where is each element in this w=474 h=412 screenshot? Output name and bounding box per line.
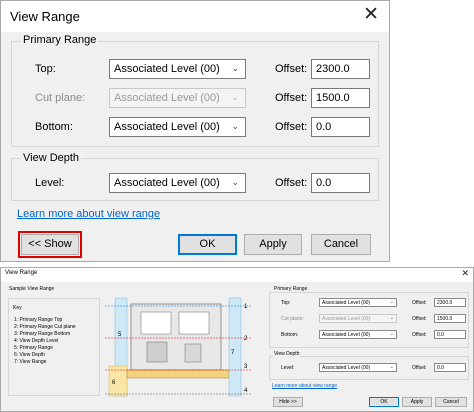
bottom-offset-label: Offset: — [412, 332, 427, 338]
interior-furniture — [184, 343, 202, 363]
learn-more-link[interactable]: Learn more about view range — [17, 208, 160, 220]
ok-button[interactable]: OK — [369, 397, 399, 407]
level-offset-field[interactable]: 0.0 — [311, 173, 370, 193]
top-level-value: Associated Level (00) — [114, 63, 220, 75]
cut-plane-label: Cut plane: — [281, 316, 304, 322]
top-label: Top: — [281, 300, 291, 306]
floor-slab — [126, 369, 230, 379]
top-level-select[interactable]: Associated Level (00) ⌄ — [319, 298, 397, 307]
cut-plane-level-select: Associated Level (00) ⌄ — [319, 314, 397, 323]
cut-offset-field[interactable]: 1500.0 — [311, 88, 370, 108]
top-label: Top: — [35, 63, 56, 75]
ok-button[interactable]: OK — [178, 234, 237, 255]
bottom-level-value: Associated Level (00) — [114, 121, 220, 133]
dialog-title: View Range — [10, 9, 80, 24]
cut-plane-label: Cut plane: — [35, 92, 86, 104]
level-label: Level: — [35, 177, 65, 189]
right-band — [228, 297, 242, 397]
bottom-level-value: Associated Level (00) — [322, 332, 371, 338]
sample-view-range-diagram: 1 2 3 4 5 6 7 — [105, 297, 251, 397]
top-offset-label: Offset: — [412, 300, 427, 306]
chevron-down-icon: ⌄ — [231, 177, 239, 187]
cancel-button[interactable]: Cancel — [435, 397, 467, 407]
view-range-dialog-expanded: View Range ✕ Sample View Range Key 1: Pr… — [0, 267, 474, 412]
diagram-number: 4 — [244, 388, 248, 394]
cut-plane-level-select: Associated Level (00) ⌄ — [109, 88, 246, 108]
show-button[interactable]: << Show — [18, 231, 82, 258]
cut-offset-label: Offset: — [412, 316, 427, 322]
view-depth-label: View Depth — [21, 152, 82, 164]
bottom-label: Bottom: — [281, 332, 299, 338]
key-item: 4: View Depth Level — [14, 338, 59, 344]
key-item: 7: View Range — [14, 359, 47, 365]
close-icon[interactable]: ✕ — [461, 268, 469, 279]
building-window — [140, 311, 172, 335]
top-offset-label: Offset: — [275, 63, 308, 75]
primary-range-label: Primary Range — [21, 34, 99, 46]
chevron-down-icon: ⌄ — [231, 121, 239, 131]
diagram-number: 1 — [244, 304, 248, 310]
key-item: 2: Primary Range Cut plane — [14, 324, 76, 330]
level-offset-label: Offset: — [275, 177, 308, 189]
title-bar: View Range ✕ — [1, 1, 389, 32]
key-item: 1: Primary Range Top — [14, 317, 63, 323]
key-item: 6: View Depth — [14, 352, 46, 358]
top-level-select[interactable]: Associated Level (00) ⌄ — [109, 59, 246, 79]
bottom-label: Bottom: — [35, 121, 73, 133]
interior-furniture — [146, 341, 168, 363]
chevron-down-icon: ⌄ — [231, 92, 239, 102]
learn-more-link[interactable]: Learn more about view range — [272, 383, 337, 389]
key-item: 3: Primary Range Bottom — [14, 331, 71, 337]
level-label: Level: — [281, 365, 295, 371]
view-depth-level-value: Associated Level (00) — [322, 365, 371, 371]
cut-offset-label: Offset: — [275, 92, 308, 104]
dialog-title: View Range — [5, 270, 38, 276]
building-window — [178, 311, 210, 335]
bottom-level-select[interactable]: Associated Level (00) ⌄ — [319, 330, 397, 339]
apply-button[interactable]: Apply — [244, 234, 302, 255]
top-offset-field[interactable]: 2300.0 — [434, 298, 466, 307]
bottom-offset-field[interactable]: 0.0 — [434, 330, 466, 339]
title-bar: View Range ✕ — [1, 268, 473, 282]
bottom-level-select[interactable]: Associated Level (00) ⌄ — [109, 117, 246, 137]
bottom-offset-field[interactable]: 0.0 — [311, 117, 370, 137]
cut-plane-level-value: Associated Level (00) — [322, 316, 371, 322]
key-item: 5: Primary Range — [14, 345, 53, 351]
chevron-down-icon: ⌄ — [389, 315, 394, 321]
chevron-down-icon: ⌄ — [389, 364, 394, 370]
hide-button[interactable]: Hide >> — [273, 397, 303, 407]
cancel-button[interactable]: Cancel — [311, 234, 371, 255]
view-depth-level-value: Associated Level (00) — [114, 177, 220, 189]
top-offset-field[interactable]: 2300.0 — [311, 59, 370, 79]
cut-plane-level-value: Associated Level (00) — [114, 92, 220, 104]
bottom-offset-label: Offset: — [275, 121, 308, 133]
chevron-down-icon: ⌄ — [389, 331, 394, 337]
view-range-dialog-collapsed: View Range ✕ Primary Range Top: Associat… — [0, 0, 390, 262]
chevron-down-icon: ⌄ — [389, 299, 394, 305]
view-depth-label: View Depth — [273, 351, 301, 357]
level-offset-label: Offset: — [412, 365, 427, 371]
primary-range-label: Primary Range — [273, 286, 309, 292]
cut-offset-field[interactable]: 1500.0 — [434, 314, 466, 323]
apply-button[interactable]: Apply — [402, 397, 432, 407]
top-level-value: Associated Level (00) — [322, 300, 371, 306]
diagram-number: 3 — [244, 364, 248, 370]
diagram-number: 2 — [244, 336, 248, 342]
view-depth-level-select[interactable]: Associated Level (00) ⌄ — [109, 173, 246, 193]
level-offset-field[interactable]: 0.0 — [434, 363, 466, 372]
sample-view-range-label: Sample View Range — [9, 286, 55, 292]
view-depth-level-select[interactable]: Associated Level (00) ⌄ — [319, 363, 397, 372]
close-icon[interactable]: ✕ — [363, 4, 379, 26]
key-label: Key — [13, 305, 22, 311]
chevron-down-icon: ⌄ — [231, 63, 239, 73]
